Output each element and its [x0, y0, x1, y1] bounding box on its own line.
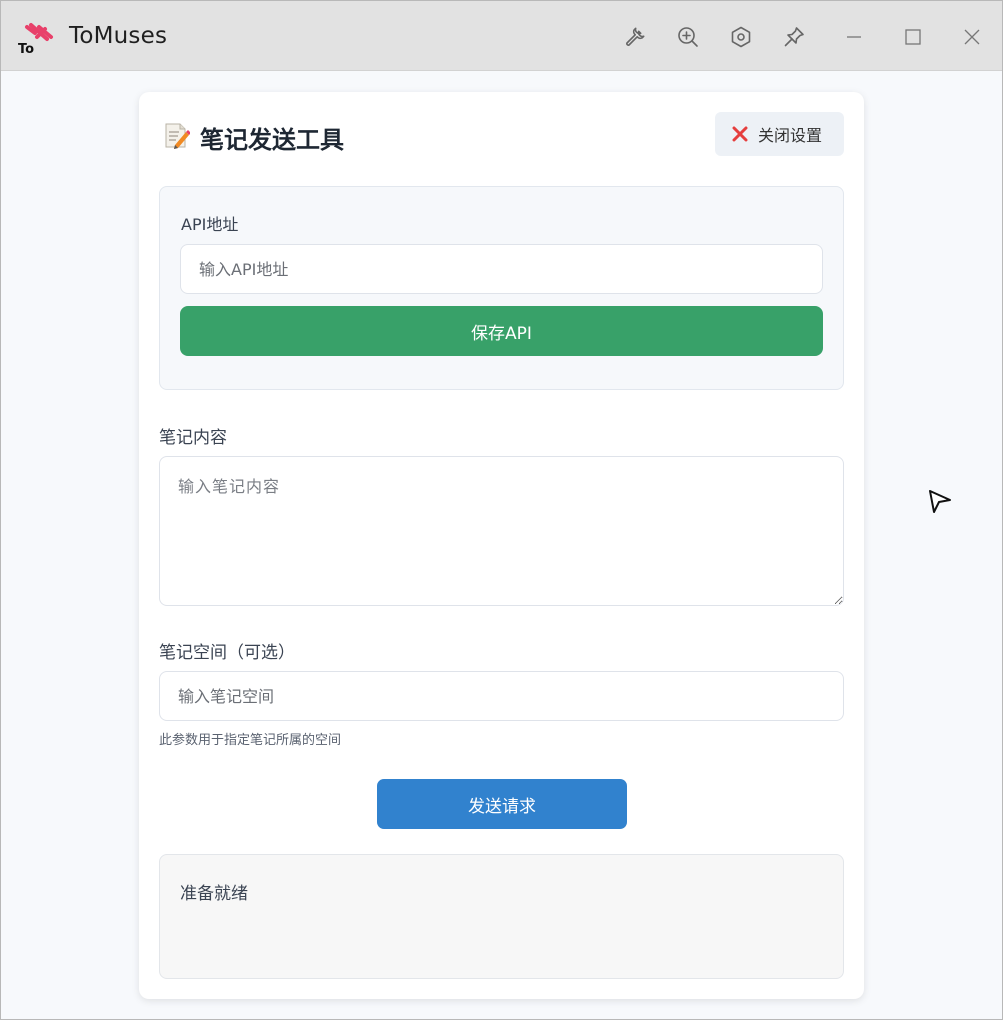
save-api-button[interactable]: 保存API	[180, 306, 823, 356]
zoom-in-icon	[678, 27, 698, 47]
api-settings-section: API地址 保存API	[159, 186, 844, 390]
close-settings-label: 关闭设置	[758, 126, 823, 145]
maximize-button[interactable]	[899, 23, 927, 51]
pin-button[interactable]	[780, 23, 808, 51]
status-text: 准备就绪	[180, 884, 248, 904]
api-url-input[interactable]	[180, 244, 823, 294]
minimize-button[interactable]	[840, 23, 868, 51]
logo-text: To	[18, 42, 34, 57]
wrench-icon	[626, 27, 645, 46]
minimize-icon	[847, 36, 861, 38]
send-request-button[interactable]: 发送请求	[377, 779, 627, 829]
mouse-cursor-icon	[929, 490, 951, 513]
close-icon	[964, 29, 980, 45]
app-logo-icon: To	[18, 23, 53, 57]
note-space-input[interactable]	[159, 671, 844, 721]
maximize-icon	[905, 29, 921, 45]
note-space-label: 笔记空间（可选）	[159, 643, 295, 663]
pin-icon	[784, 27, 804, 47]
zoom-in-button[interactable]	[674, 23, 702, 51]
close-settings-button[interactable]: 关闭设置	[715, 112, 844, 156]
settings-button[interactable]	[727, 23, 755, 51]
close-window-button[interactable]	[958, 23, 986, 51]
api-label: API地址	[181, 215, 239, 234]
memo-icon	[165, 123, 190, 149]
app-window: To ToMuses 笔记发送工具 关闭设置 API地址 输入API地址 保存A…	[0, 0, 1003, 1020]
wrench-button[interactable]	[622, 23, 650, 51]
note-content-textarea[interactable]	[159, 456, 844, 606]
close-x-icon	[732, 126, 748, 142]
note-space-hint: 此参数用于指定笔记所属的空间	[159, 733, 342, 748]
title-bar[interactable]: To ToMuses	[1, 1, 1002, 71]
app-title: ToMuses	[69, 23, 168, 49]
hexagon-settings-icon	[731, 26, 751, 48]
page-title: 笔记发送工具	[200, 126, 344, 154]
status-box: 准备就绪	[159, 854, 844, 979]
note-tool-card: 笔记发送工具 关闭设置 API地址 保存API 笔记内容 笔记空间（可选） 此参…	[139, 92, 864, 999]
note-content-label: 笔记内容	[159, 428, 227, 448]
